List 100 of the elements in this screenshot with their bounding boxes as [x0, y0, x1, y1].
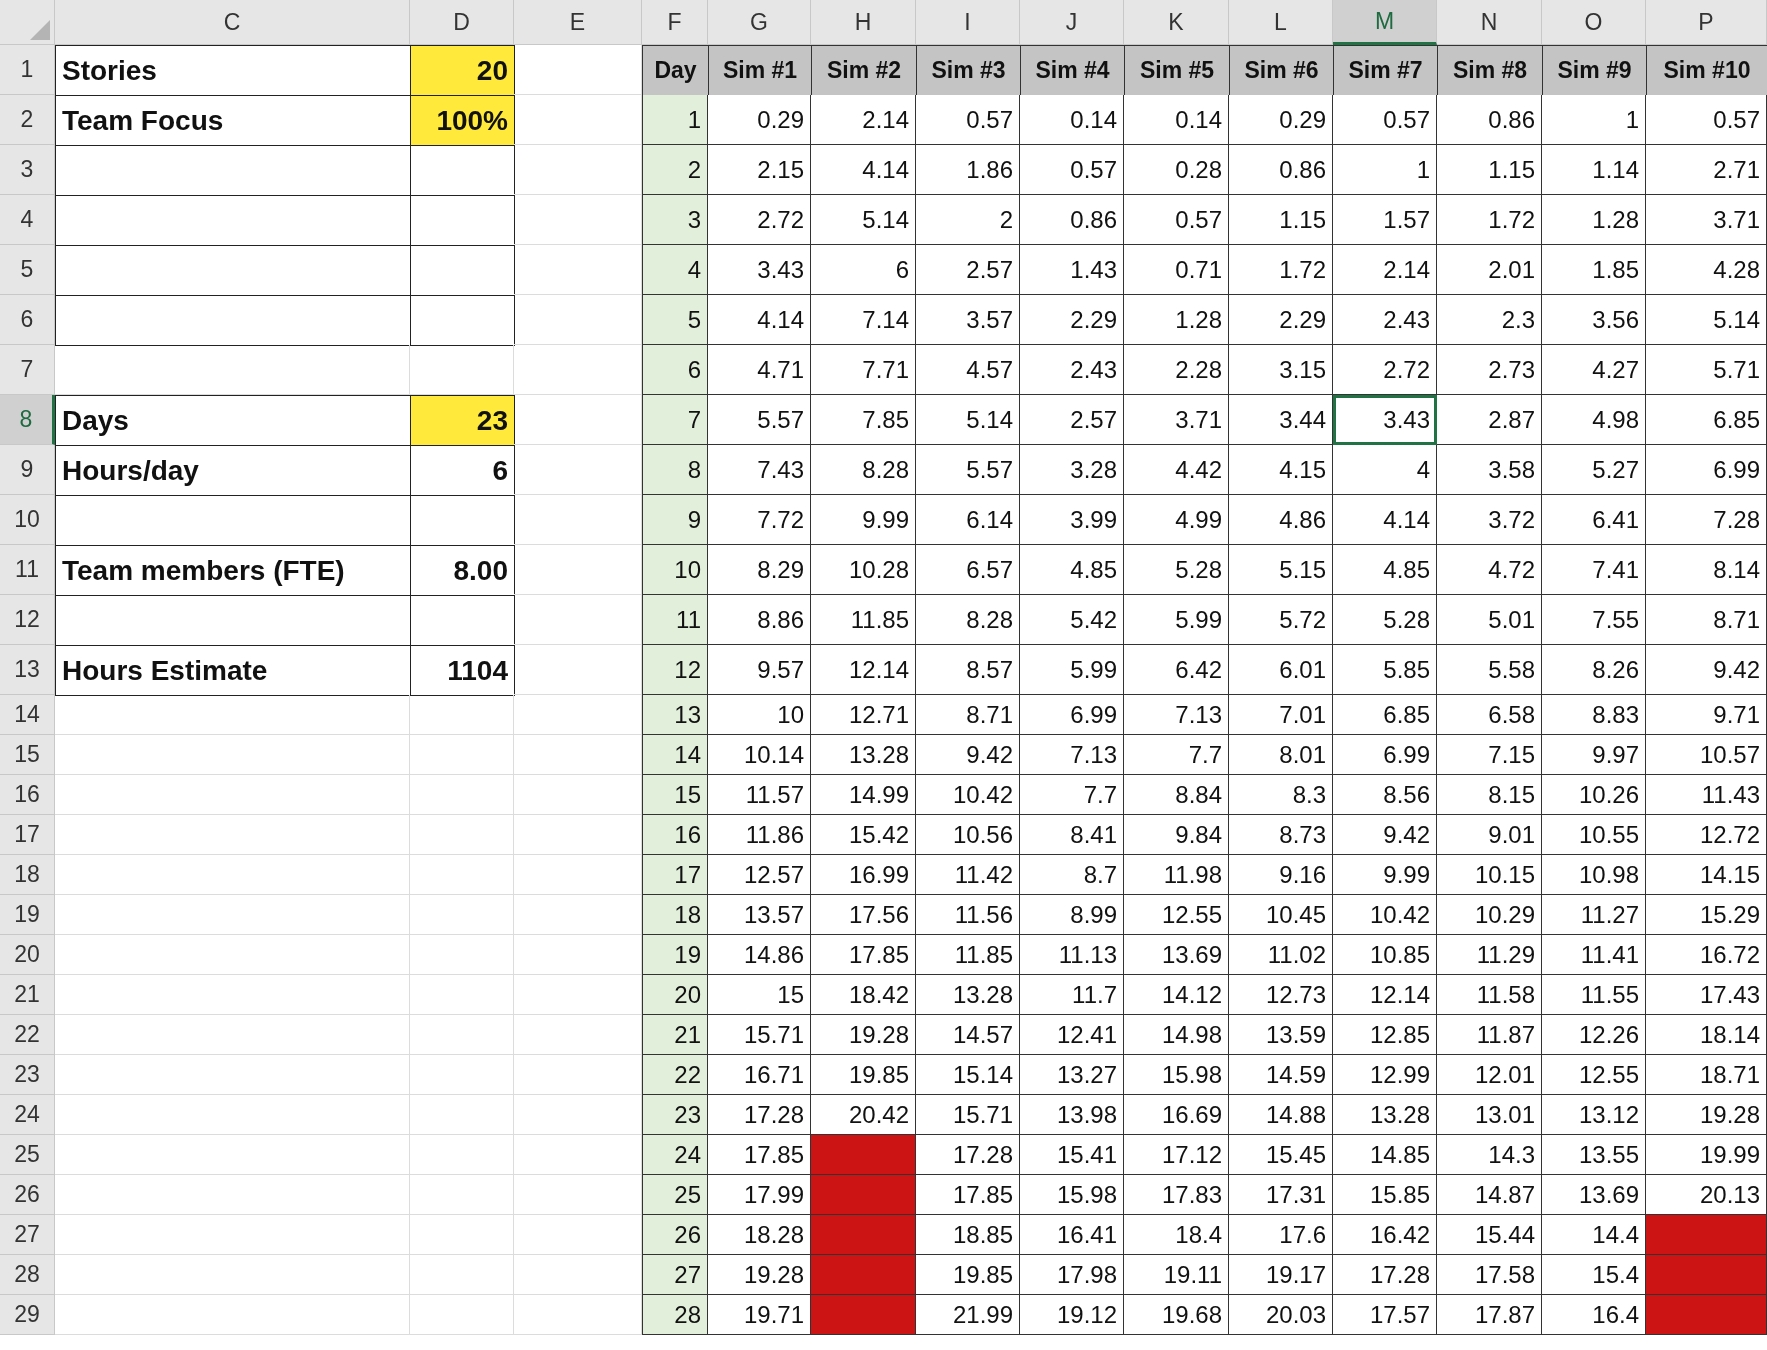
- table-cell: 11.27: [1542, 895, 1646, 935]
- table-cell: 9.97: [1542, 735, 1646, 775]
- cell-value: 100%: [410, 95, 515, 146]
- row-header[interactable]: 11: [0, 545, 55, 595]
- row-header[interactable]: 29: [0, 1295, 55, 1335]
- table-cell: 11.29: [1437, 935, 1542, 975]
- table-cell: 11.43: [1646, 775, 1767, 815]
- day-cell: 3: [642, 195, 708, 245]
- table-cell: 1.72: [1437, 195, 1542, 245]
- table-cell: 1.43: [1020, 245, 1124, 295]
- table-cell: 2.57: [1020, 395, 1124, 445]
- row-header[interactable]: 17: [0, 815, 55, 855]
- row-header[interactable]: 22: [0, 1015, 55, 1055]
- row-header[interactable]: 2: [0, 95, 55, 145]
- table-header-cell: Sim #9: [1542, 45, 1647, 96]
- table-cell: 12.01: [1437, 1055, 1542, 1095]
- table-cell: 7.14: [811, 295, 916, 345]
- table-cell: 15: [708, 975, 811, 1015]
- table-cell: 13.27: [1020, 1055, 1124, 1095]
- table-cell: 9.99: [811, 495, 916, 545]
- row-header[interactable]: 25: [0, 1135, 55, 1175]
- table-cell: 5.28: [1124, 545, 1229, 595]
- column-header[interactable]: O: [1542, 0, 1646, 45]
- table-cell: 5.14: [916, 395, 1020, 445]
- row-header[interactable]: 8: [0, 395, 55, 445]
- column-header[interactable]: H: [811, 0, 916, 45]
- row-header[interactable]: 7: [0, 345, 55, 395]
- row-header[interactable]: 24: [0, 1095, 55, 1135]
- table-cell: 15.4: [1542, 1255, 1646, 1295]
- row-header[interactable]: 14: [0, 695, 55, 735]
- column-header[interactable]: L: [1229, 0, 1333, 45]
- table-cell: 10.14: [708, 735, 811, 775]
- row-header[interactable]: 27: [0, 1215, 55, 1255]
- row-header[interactable]: 12: [0, 595, 55, 645]
- table-cell: 4.98: [1542, 395, 1646, 445]
- table-cell: 2.29: [1020, 295, 1124, 345]
- table-cell: 2.01: [1437, 245, 1542, 295]
- table-cell: 11.85: [916, 935, 1020, 975]
- column-header[interactable]: K: [1124, 0, 1229, 45]
- row-header[interactable]: 10: [0, 495, 55, 545]
- column-header[interactable]: E: [514, 0, 642, 45]
- day-cell: 12: [642, 645, 708, 695]
- column-header[interactable]: F: [642, 0, 708, 45]
- table-cell: 3.99: [1020, 495, 1124, 545]
- column-header[interactable]: D: [410, 0, 514, 45]
- table-cell: 5.57: [708, 395, 811, 445]
- table-cell: 10.85: [1333, 935, 1437, 975]
- table-cell: 7.15: [1437, 735, 1542, 775]
- table-cell: 8.26: [1542, 645, 1646, 695]
- row-header[interactable]: 23: [0, 1055, 55, 1095]
- table-cell: 3.57: [916, 295, 1020, 345]
- table-cell: 0.57: [916, 95, 1020, 145]
- table-cell: 10.56: [916, 815, 1020, 855]
- table-cell: 19.11: [1124, 1255, 1229, 1295]
- table-cell: 1.14: [1542, 145, 1646, 195]
- row-header[interactable]: 5: [0, 245, 55, 295]
- table-cell: 12.41: [1020, 1015, 1124, 1055]
- row-header[interactable]: 13: [0, 645, 55, 695]
- row-header[interactable]: 20: [0, 935, 55, 975]
- table-cell: 7.01: [1229, 695, 1333, 735]
- table-cell: 11.58: [1437, 975, 1542, 1015]
- row-header[interactable]: 28: [0, 1255, 55, 1295]
- column-header[interactable]: C: [55, 0, 410, 45]
- column-header[interactable]: J: [1020, 0, 1124, 45]
- row-header[interactable]: 1: [0, 45, 55, 95]
- table-cell: 8.3: [1229, 775, 1333, 815]
- table-cell: 5.99: [1020, 645, 1124, 695]
- column-header[interactable]: N: [1437, 0, 1542, 45]
- row-header[interactable]: 26: [0, 1175, 55, 1215]
- row-header[interactable]: 15: [0, 735, 55, 775]
- table-cell: 8.71: [1646, 595, 1767, 645]
- day-cell: 2: [642, 145, 708, 195]
- column-header[interactable]: G: [708, 0, 811, 45]
- row-header[interactable]: 9: [0, 445, 55, 495]
- column-header[interactable]: M: [1333, 0, 1437, 45]
- table-cell: 7.13: [1020, 735, 1124, 775]
- table-cell: 14.59: [1229, 1055, 1333, 1095]
- table-cell: 6.42: [1124, 645, 1229, 695]
- table-cell: 12.26: [1542, 1015, 1646, 1055]
- row-header[interactable]: 18: [0, 855, 55, 895]
- row-header[interactable]: 6: [0, 295, 55, 345]
- select-all-icon[interactable]: [30, 20, 50, 40]
- table-cell: 14.12: [1124, 975, 1229, 1015]
- table-cell: 4.15: [1229, 445, 1333, 495]
- table-cell: 10.55: [1542, 815, 1646, 855]
- table-cell: 12.55: [1124, 895, 1229, 935]
- table-cell: 5.58: [1437, 645, 1542, 695]
- day-cell: 6: [642, 345, 708, 395]
- table-cell: 0.57: [1646, 95, 1767, 145]
- column-header[interactable]: P: [1646, 0, 1767, 45]
- row-header[interactable]: 16: [0, 775, 55, 815]
- table-cell: 6.01: [1229, 645, 1333, 695]
- row-header[interactable]: 3: [0, 145, 55, 195]
- row-header[interactable]: 21: [0, 975, 55, 1015]
- table-cell: 15.14: [916, 1055, 1020, 1095]
- row-header[interactable]: 19: [0, 895, 55, 935]
- table-cell: 14.99: [811, 775, 916, 815]
- table-cell: 15.71: [708, 1015, 811, 1055]
- column-header[interactable]: I: [916, 0, 1020, 45]
- row-header[interactable]: 4: [0, 195, 55, 245]
